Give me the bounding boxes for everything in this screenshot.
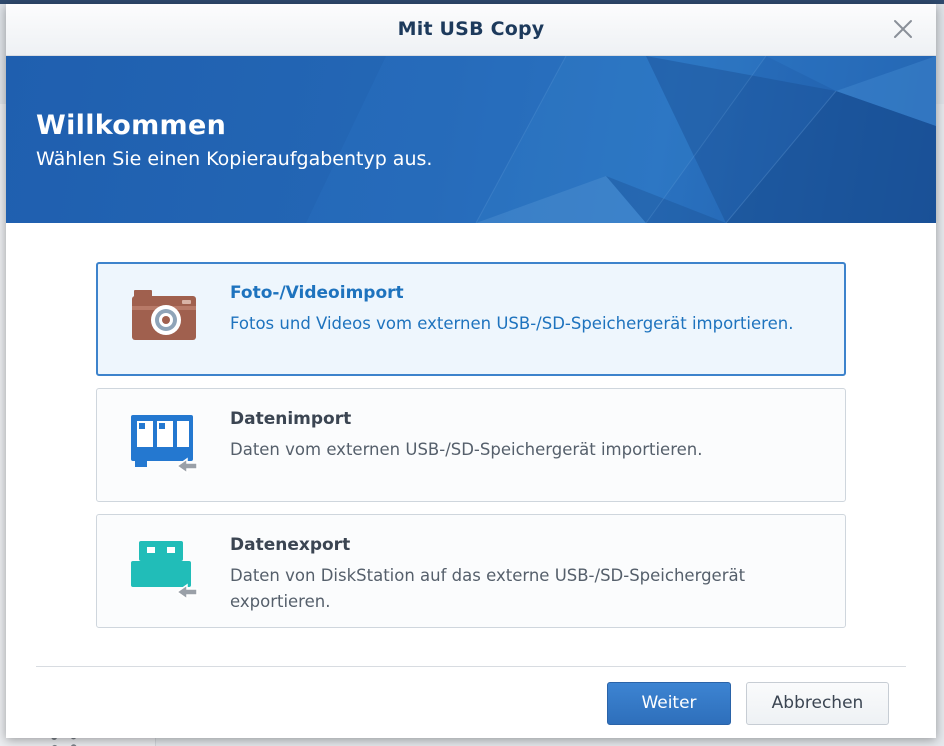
- option-title: Foto-/Videoimport: [230, 283, 404, 303]
- welcome-title: Willkommen: [36, 110, 227, 141]
- usb-copy-dialog: Mit USB Copy Willkommen Wählen Sie einen…: [6, 4, 936, 738]
- dialog-title-bar[interactable]: Mit USB Copy: [6, 4, 936, 56]
- option-photo-video-import[interactable]: Foto-/Videoimport Fotos und Videos vom e…: [96, 262, 846, 376]
- option-title: Datenexport: [230, 535, 351, 555]
- option-description: Fotos und Videos vom externen USB-/SD-Sp…: [230, 314, 794, 333]
- option-description: Daten vom externen USB-/SD-Speichergerät…: [230, 440, 703, 459]
- option-data-export[interactable]: Datenexport Daten von DiskStation auf da…: [96, 514, 846, 628]
- close-icon[interactable]: [892, 18, 914, 40]
- footer-divider: [36, 666, 906, 667]
- sd-card-import-icon: [129, 415, 201, 477]
- welcome-subtitle: Wählen Sie einen Kopieraufgabentyp aus.: [36, 148, 433, 170]
- option-description: Daten von DiskStation auf das externe US…: [230, 566, 746, 611]
- option-title: Datenimport: [230, 409, 352, 429]
- next-button[interactable]: Weiter: [607, 682, 731, 725]
- option-data-import[interactable]: Datenimport Daten vom externen USB-/SD-S…: [96, 388, 846, 502]
- usb-export-icon: [129, 541, 201, 603]
- copy-task-type-list: Foto-/Videoimport Fotos und Videos vom e…: [96, 262, 846, 640]
- dialog-title: Mit USB Copy: [397, 18, 545, 40]
- camera-icon: [130, 290, 202, 352]
- cancel-button[interactable]: Abbrechen: [746, 682, 889, 725]
- welcome-banner: Willkommen Wählen Sie einen Kopieraufgab…: [6, 56, 936, 223]
